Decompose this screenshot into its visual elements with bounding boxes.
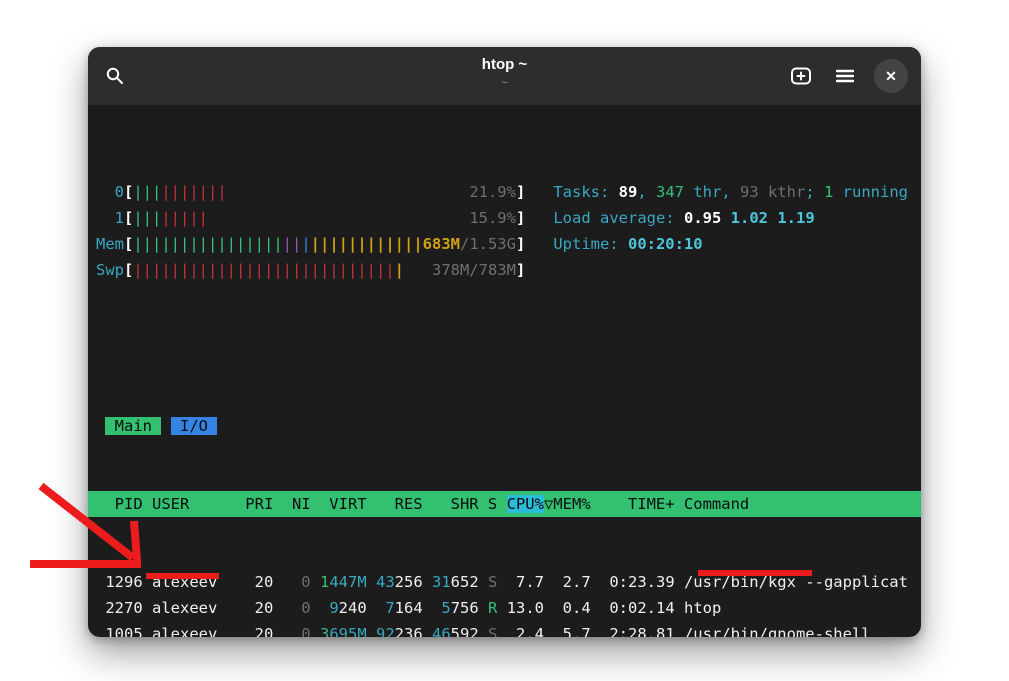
screen-tabs: Main I/O [88,413,921,439]
menu-button[interactable] [832,65,858,87]
terminal-window: htop ~ ~ [88,47,921,637]
meter-line: Mem[|||||||||||||||||||||||||||||||683M/… [88,231,921,257]
process-row[interactable]: 1005 alexeev 20 0 3695M 92236 46592 S 2.… [88,621,921,637]
search-icon [105,66,125,86]
htop-terminal[interactable]: 0[|||||||||| 21.9%] Tasks: 89, 347 thr, … [88,105,921,637]
process-row[interactable]: 2270 alexeev 20 0 9240 7164 5756 R 13.0 … [88,595,921,621]
process-row[interactable]: 1296 alexeev 20 0 1447M 43256 31652 S 7.… [88,569,921,595]
tab-main[interactable]: Main [105,417,161,435]
meter-line: 1[|||||||| 15.9%] Load average: 0.95 1.0… [88,205,921,231]
hamburger-menu-icon [836,69,854,83]
close-icon: ✕ [885,68,897,85]
table-header[interactable]: PID USER PRI NI VIRT RES SHR S CPU%▽MEM%… [88,491,921,517]
meter-line: Swp[||||||||||||||||||||||||||||| 378M/7… [88,257,921,283]
search-button[interactable] [101,62,129,90]
blank-line [88,335,921,361]
tab-i-o[interactable]: I/O [171,417,218,435]
sort-direction-icon: ▽ [544,495,553,513]
new-tab-icon [790,67,812,85]
process-table: 1296 alexeev 20 0 1447M 43256 31652 S 7.… [88,569,921,637]
titlebar[interactable]: htop ~ ~ [88,47,921,105]
close-button[interactable]: ✕ [874,59,908,93]
meter-line: 0[|||||||||| 21.9%] Tasks: 89, 347 thr, … [88,179,921,205]
sort-column-cpu[interactable]: CPU% [507,495,544,513]
meters-section: 0[|||||||||| 21.9%] Tasks: 89, 347 thr, … [88,179,921,283]
new-tab-button[interactable] [786,63,816,89]
